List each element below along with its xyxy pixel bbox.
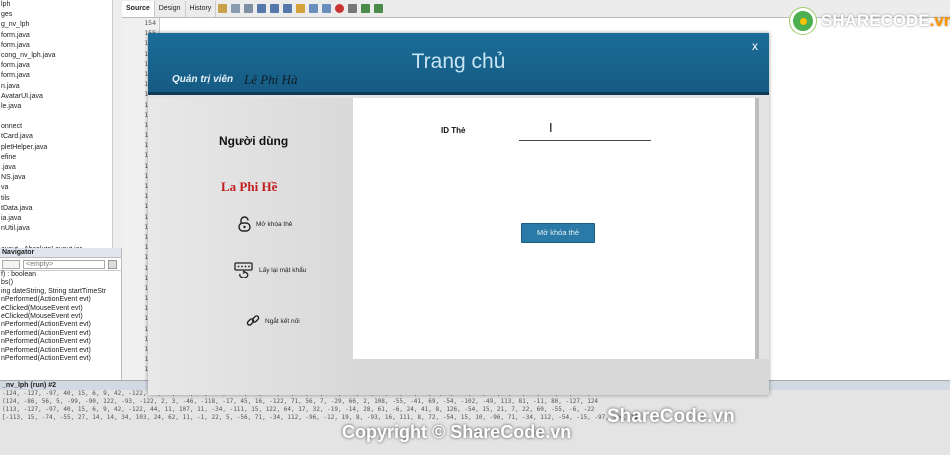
user-name: La Phi Hề [221, 179, 278, 194]
logo-brand: SHARECODE [821, 11, 930, 30]
main-scrollbar[interactable] [755, 98, 759, 359]
project-file-item[interactable]: n.java [0, 82, 121, 92]
sidebar-item-disconnect[interactable]: Ngắt kết nối [246, 314, 300, 328]
admin-name: Lê Phi Hà [244, 72, 298, 87]
navigator-item[interactable]: nPerformed(ActionEvent evt) [0, 347, 121, 355]
app-header: Trang chủ x Quản trị viên Lê Phi Hà [148, 33, 769, 95]
close-button[interactable]: x [752, 39, 758, 53]
find-next-icon[interactable] [283, 4, 293, 13]
page-title: Trang chủ [411, 50, 506, 73]
logo-tld: .vn [929, 11, 950, 30]
navigator-options-button[interactable] [108, 259, 117, 269]
line-number: 154 [144, 19, 156, 27]
sharecode-logo-text: SHARECODE.vn [821, 11, 950, 31]
tab-design[interactable]: Design [155, 0, 186, 17]
lock-open-icon [238, 216, 251, 232]
project-file-item[interactable]: tils [0, 194, 121, 204]
sidebar-item-label: Mở khóa thẻ [256, 220, 293, 228]
id-card-label: ID Thẻ [441, 126, 466, 135]
forward-icon[interactable] [231, 4, 241, 13]
navigator-filter-select[interactable] [2, 259, 20, 269]
navigator-item[interactable]: nPerformed(ActionEvent evt) [0, 321, 121, 329]
back-icon[interactable] [218, 4, 228, 13]
project-file-item[interactable] [0, 112, 121, 122]
app-window: Trang chủ x Quản trị viên Lê Phi Hà Ngườ… [148, 33, 769, 395]
project-file-item[interactable]: le.java [0, 102, 121, 112]
watermark-copyright: Copyright © ShareCode.vn [342, 422, 572, 442]
navigator-panel: Navigator <empty> f) : boolean bs() ing da… [0, 248, 122, 380]
project-scrollbar[interactable] [112, 0, 122, 248]
text-cursor-icon: I [549, 120, 553, 135]
stop-macro-icon[interactable] [348, 4, 358, 13]
tab-history[interactable]: History [186, 0, 217, 17]
find-prev-icon[interactable] [270, 4, 280, 13]
project-file-item[interactable] [0, 234, 121, 244]
navigator-item[interactable]: nPerformed(ActionEvent evt) [0, 330, 121, 338]
navigator-title: Navigator [0, 248, 121, 258]
project-file-item[interactable]: form.java [0, 61, 121, 71]
project-file-item[interactable]: tData.java [0, 204, 121, 214]
project-file-item[interactable]: cong_nv_lph.java [0, 51, 121, 61]
main-panel: ID Thẻ I Mở khóa thẻ [353, 98, 755, 359]
navigator-item[interactable]: eClicked(MouseEvent evt) [0, 313, 121, 321]
last-edit-icon[interactable] [244, 4, 254, 13]
output-line: (124, -86, 56, 5, -99, -90, 122, -93, -1… [2, 398, 599, 405]
comment-icon[interactable] [361, 4, 371, 13]
navigator-item[interactable]: nPerformed(ActionEvent evt) [0, 296, 121, 304]
project-file-item[interactable]: tCard.java [0, 132, 121, 142]
project-file-item[interactable]: va [0, 183, 121, 193]
id-card-input[interactable] [519, 123, 651, 141]
output-line: [-113, 15, -74, -55, 27, 14, 14, 34, 103… [2, 414, 638, 421]
navigator-item[interactable]: nPerformed(ActionEvent evt) [0, 338, 121, 346]
shift-right-icon[interactable] [322, 4, 332, 13]
navigator-list: f) : boolean bs() ing dateString, String s… [0, 271, 121, 363]
uncomment-icon[interactable] [374, 4, 384, 13]
bottom-band [353, 359, 769, 395]
navigator-item[interactable]: f) : boolean [0, 271, 121, 279]
project-file-item[interactable]: efine [0, 153, 121, 163]
password-reset-icon [234, 262, 253, 278]
sidebar-item-recover-password[interactable]: Lấy lại mật khẩu [234, 262, 306, 278]
project-file-item[interactable]: form.java [0, 71, 121, 81]
user-section-title: Người dùng [219, 134, 289, 148]
watermark-brand: ShareCode.vn [607, 406, 735, 427]
shift-left-icon[interactable] [309, 4, 319, 13]
project-file-item[interactable]: onnect [0, 122, 121, 132]
sidebar-item-label: Lấy lại mật khẩu [259, 266, 307, 274]
sharecode-logo-icon [790, 8, 816, 34]
project-file-item[interactable]: g_nv_lph [0, 20, 121, 30]
project-file-item[interactable]: ges [0, 10, 121, 20]
link-icon [246, 315, 260, 326]
navigator-item[interactable]: eClicked(MouseEvent evt) [0, 305, 121, 313]
project-file-item[interactable]: form.java [0, 31, 121, 41]
project-file-item[interactable]: NS.java [0, 173, 121, 183]
sidebar: Người dùng La Phi Hề Mở khóa thẻ Lấy lại… [148, 98, 353, 395]
navigator-item[interactable]: ing dateString, String startTimeStr [0, 288, 121, 296]
sidebar-item-label: Ngắt kết nối [265, 317, 300, 325]
project-file-item[interactable]: .java [0, 163, 121, 173]
output-line: (113, -127, -97, 40, 15, 6, 9, 42, -122,… [2, 406, 595, 413]
find-icon[interactable] [257, 4, 267, 13]
sidebar-item-unlock-card[interactable]: Mở khóa thẻ [238, 216, 292, 232]
sharecode-logo: SHARECODE.vn [790, 8, 950, 34]
toggle-highlight-icon[interactable] [296, 4, 306, 13]
project-file-item[interactable]: nUtil.java [0, 224, 121, 234]
navigator-item[interactable]: nPerformed(ActionEvent evt) [0, 355, 121, 363]
tab-source[interactable]: Source [122, 0, 155, 17]
project-file-item[interactable]: AvatarUI.java [0, 92, 121, 102]
unlock-card-button[interactable]: Mở khóa thẻ [521, 223, 595, 243]
project-file-item[interactable]: pletHelper.java [0, 143, 121, 153]
project-file-item[interactable]: form.java [0, 41, 121, 51]
project-panel: lph ges g_nv_lph form.java form.java cong_nv_… [0, 0, 122, 248]
navigator-item[interactable]: bs() [0, 279, 121, 287]
navigator-toolbar: <empty> [0, 258, 121, 271]
project-file-item[interactable]: ia.java [0, 214, 121, 224]
project-file-item[interactable]: lph [0, 0, 121, 10]
navigator-combo[interactable]: <empty> [23, 259, 105, 269]
record-macro-icon[interactable] [335, 4, 345, 13]
role-label: Quản trị viên [172, 74, 234, 85]
